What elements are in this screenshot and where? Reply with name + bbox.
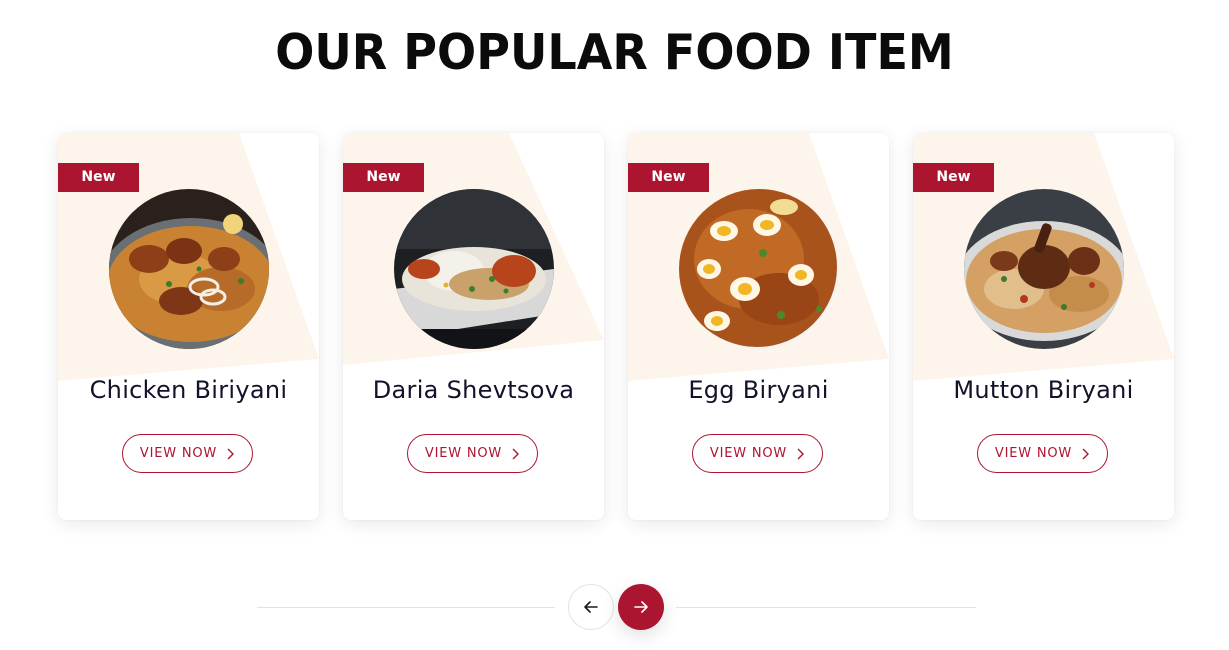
view-now-button[interactable]: VIEW NOW [122, 434, 253, 473]
view-now-button[interactable]: VIEW NOW [977, 434, 1108, 473]
slider-next-button[interactable] [618, 584, 664, 630]
chevron-right-icon [227, 448, 235, 459]
view-now-label: VIEW NOW [424, 446, 503, 461]
new-badge: New [628, 163, 709, 192]
food-image-mutton-biryani[interactable] [964, 189, 1124, 349]
arrow-right-icon [634, 601, 648, 613]
slider-divider-right [676, 607, 976, 608]
view-now-button[interactable]: VIEW NOW [407, 434, 538, 473]
food-name: Daria Shevtsova [372, 376, 575, 404]
slider-divider-left [257, 607, 555, 608]
food-card-list: New Chicken Biriyani VIEW NOW New Daria … [58, 133, 1175, 521]
chevron-right-icon [1082, 448, 1090, 459]
arrow-left-icon [584, 601, 598, 613]
food-name: Egg Biryani [688, 376, 829, 404]
view-now-button[interactable]: VIEW NOW [692, 434, 823, 473]
food-card: New Daria Shevtsova VIEW NOW [343, 133, 604, 520]
food-image-daria-shevtsova[interactable] [394, 189, 554, 349]
food-card: New Egg Biryani VIEW NOW [628, 133, 889, 520]
view-now-label: VIEW NOW [709, 446, 788, 461]
food-image-egg-biryani[interactable] [679, 189, 839, 349]
food-name: Chicken Biriyani [89, 376, 288, 404]
chevron-right-icon [797, 448, 805, 459]
view-now-label: VIEW NOW [994, 446, 1073, 461]
chevron-right-icon [512, 448, 520, 459]
food-image-chicken-biriyani[interactable] [109, 189, 269, 349]
new-badge: New [58, 163, 139, 192]
view-now-label: VIEW NOW [139, 446, 218, 461]
slider-prev-button[interactable] [568, 584, 614, 630]
new-badge: New [913, 163, 994, 192]
food-card: New Chicken Biriyani VIEW NOW [58, 133, 319, 520]
section-title: OUR POPULAR FOOD ITEM [275, 24, 954, 81]
food-name: Mutton Biryani [953, 376, 1134, 404]
new-badge: New [343, 163, 424, 192]
food-card: New Mutton Biryani VIEW NOW [913, 133, 1174, 520]
